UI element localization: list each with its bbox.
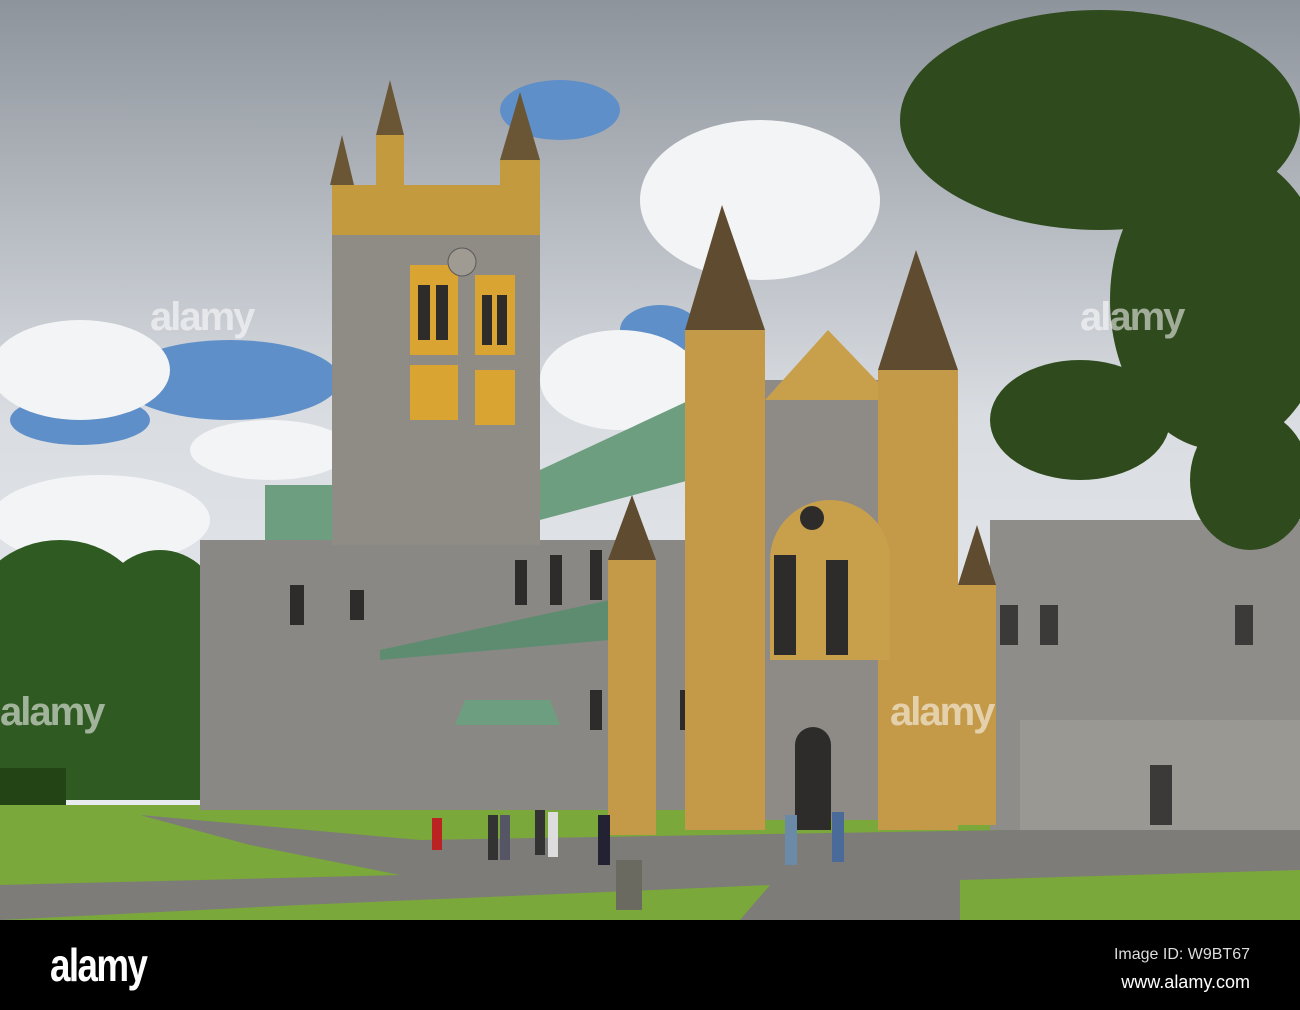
- stone-cross: [616, 860, 642, 910]
- watermark-logo: alamy: [1080, 295, 1185, 339]
- footer-bar: alamy Image ID: W9BT67 www.alamy.com: [0, 920, 1300, 1010]
- abbey-photo: [0, 0, 1300, 920]
- alamy-logo[interactable]: alamy: [50, 938, 148, 992]
- watermark-logo: alamy: [150, 295, 255, 339]
- watermark-logo: alamy: [0, 690, 105, 734]
- watermark-logo: alamy: [890, 690, 995, 734]
- stock-photo-frame: alamy alamy alamy alamy alamy Image ID: …: [0, 0, 1300, 1010]
- trees-left: [0, 540, 220, 800]
- monastery-building: [990, 520, 1300, 830]
- image-id-label: Image ID: W9BT67: [1113, 946, 1250, 963]
- website-link[interactable]: www.alamy.com: [1121, 972, 1250, 993]
- hedge: [0, 768, 66, 808]
